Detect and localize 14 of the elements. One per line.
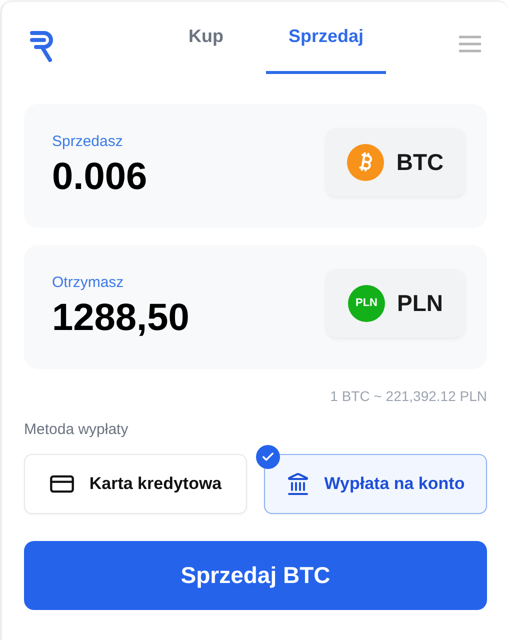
currency-selector[interactable]: BTC — [326, 128, 465, 196]
tab[interactable]: Kup — [146, 2, 266, 74]
amount-label: Otrzymasz — [52, 274, 125, 291]
payout-option[interactable]: Karta kredytowa — [24, 454, 247, 514]
currency-selector[interactable]: PLN PLN — [326, 269, 465, 337]
amount-label: Sprzedasz — [52, 133, 124, 150]
amount-value[interactable]: 0.006 — [52, 156, 326, 199]
amount-value[interactable]: 1288,50 — [52, 297, 326, 340]
tab[interactable]: Sprzedaj — [266, 2, 386, 74]
section-label: Metoda wypłaty — [24, 421, 128, 438]
sell-button[interactable]: Sprzedaj BTC — [24, 541, 487, 610]
exchange-rate: 1 BTC ~ 221,392.12 PLN — [330, 388, 487, 404]
currency-badge: PLN — [348, 284, 385, 322]
payout-option[interactable]: Wypłata na konto — [264, 454, 487, 514]
